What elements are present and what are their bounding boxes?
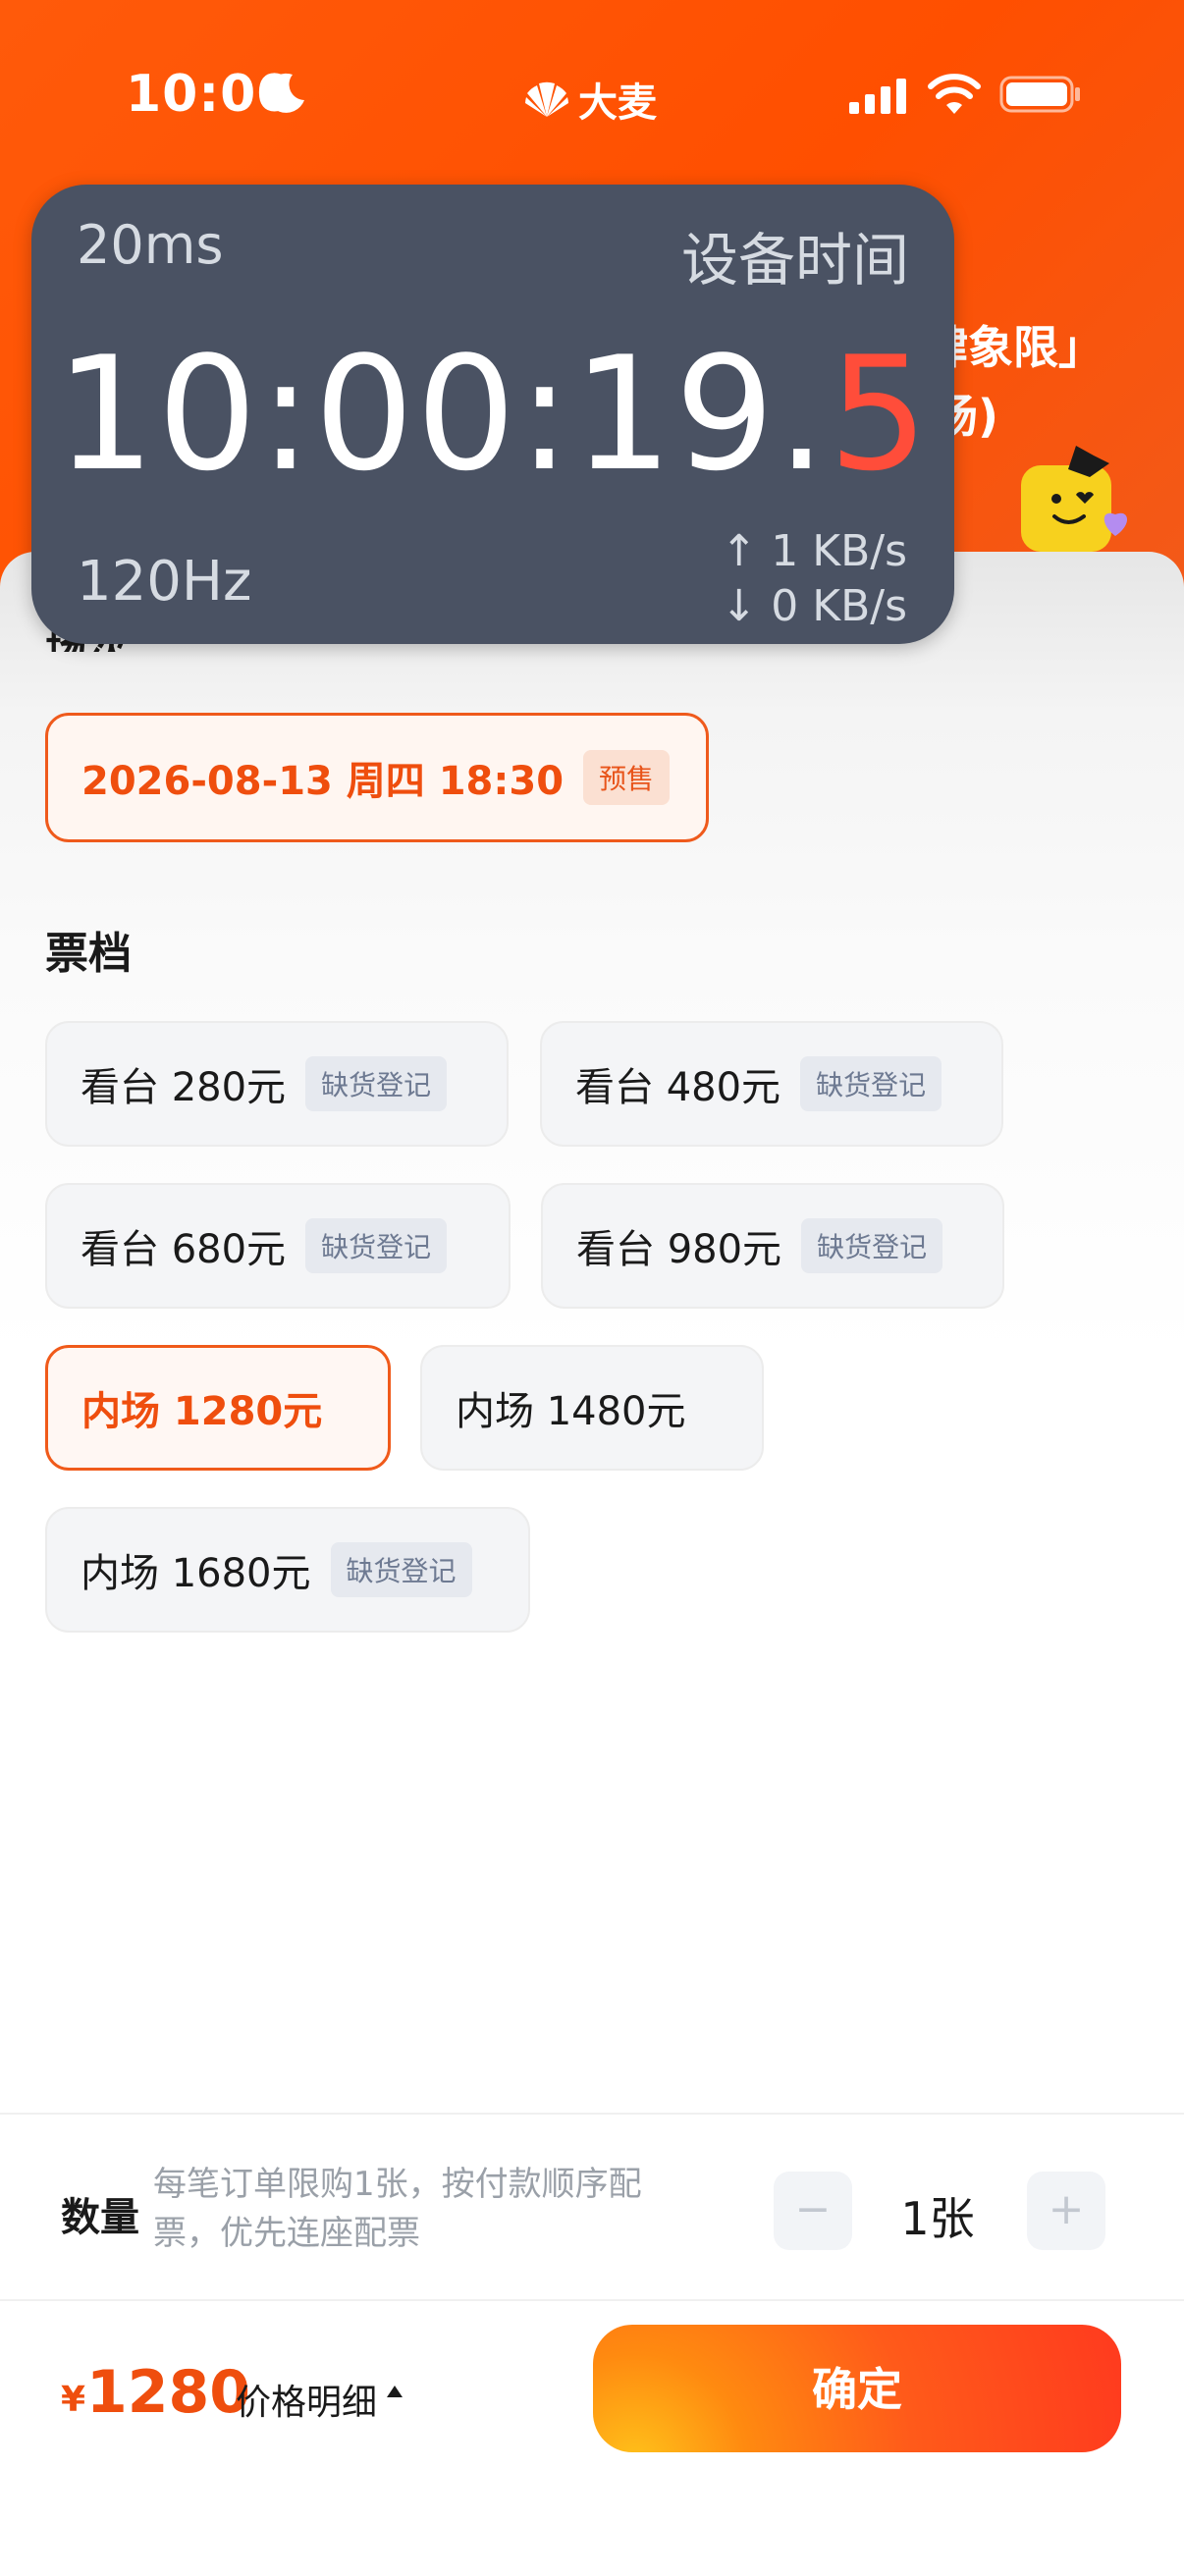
out-of-stock-badge: 缺货登记 [305, 1056, 448, 1111]
ticket-tier-option[interactable]: 看台 680元 缺货登记 [45, 1183, 511, 1309]
out-of-stock-badge: 缺货登记 [800, 1056, 942, 1111]
out-of-stock-badge: 缺货登记 [305, 1218, 448, 1273]
ticket-tier-label: 内场 1680元 [81, 1551, 311, 1596]
session-option[interactable]: 2026-08-13 周四 18:30 预售 [45, 713, 709, 842]
upload-speed-text: ↑ 1 KB/s [721, 526, 907, 576]
ticket-tier-label: 看台 980元 [576, 1227, 782, 1272]
ticket-tier-label: 看台 280元 [81, 1065, 287, 1110]
device-clock-fraction: 5 [828, 322, 931, 506]
battery-icon [999, 76, 1080, 113]
ticket-tier-option[interactable]: 看台 480元 缺货登记 [540, 1021, 1003, 1147]
ticket-tier-label: 看台 680元 [81, 1227, 287, 1272]
app-name: 大麦 [578, 80, 657, 126]
status-bar: 10:00 大麦 [0, 0, 1184, 196]
device-time-overlay[interactable]: 20ms 设备时间 10:00:19.5 120Hz ↑ 1 KB/s ↓ 0 … [31, 185, 954, 644]
quantity-increment-button[interactable]: + [1027, 2172, 1105, 2250]
price-detail-toggle[interactable]: 价格明细 [236, 2374, 377, 2425]
wifi-icon [928, 74, 981, 114]
quantity-bar: 数量 每笔订单限购1张，按付款顺序配票，优先连座配票 − 1张 + [0, 2113, 1184, 2301]
session-datetime: 2026-08-13 周四 18:30 [81, 759, 565, 804]
quantity-value: 1张 [900, 2192, 975, 2245]
ticket-tier-label: 看台 480元 [575, 1065, 781, 1110]
moon-icon [266, 73, 304, 113]
device-clock: 10:00:19.5 [31, 322, 954, 506]
confirm-button[interactable]: 确定 [593, 2325, 1121, 2452]
mascot-icon [1021, 446, 1128, 552]
ticket-tier-label: 内场 1480元 [456, 1389, 686, 1434]
refresh-rate-text: 120Hz [77, 550, 252, 614]
ticket-tier-label: 内场 1280元 [81, 1389, 323, 1434]
download-speed-text: ↓ 0 KB/s [721, 581, 907, 631]
caret-up-icon[interactable] [385, 2384, 404, 2399]
out-of-stock-badge: 缺货登记 [330, 1542, 472, 1597]
presale-badge: 预售 [583, 750, 671, 805]
ticket-tier-option[interactable]: 内场 1680元 缺货登记 [45, 1507, 530, 1633]
quantity-label: 数量 [61, 2195, 139, 2240]
checkout-bar: ¥ 1280 价格明细 确定 [0, 2299, 1184, 2576]
device-time-label: 设备时间 [680, 227, 909, 294]
quantity-decrement-button[interactable]: − [774, 2172, 852, 2250]
latency-text: 20ms [77, 214, 224, 276]
app-logo: 大麦 [523, 75, 657, 126]
ticket-tier-option[interactable]: 看台 280元 缺货登记 [45, 1021, 509, 1147]
damai-logo-icon [525, 81, 568, 117]
ticket-tier-title: 票档 [45, 929, 132, 979]
ticket-tier-option[interactable]: 看台 980元 缺货登记 [541, 1183, 1004, 1309]
device-clock-main: 10:00:19. [55, 322, 829, 506]
cellular-signal-icon [849, 79, 906, 114]
ticket-tier-option[interactable]: 内场 1480元 [420, 1345, 764, 1471]
currency-symbol: ¥ [61, 2380, 86, 2420]
purchase-limit-note: 每笔订单限购1张，按付款顺序配票，优先连座配票 [153, 2165, 642, 2253]
out-of-stock-badge: 缺货登记 [801, 1218, 943, 1273]
ticket-tier-option-selected[interactable]: 内场 1280元 [45, 1345, 391, 1471]
total-price: 1280 [86, 2358, 250, 2427]
